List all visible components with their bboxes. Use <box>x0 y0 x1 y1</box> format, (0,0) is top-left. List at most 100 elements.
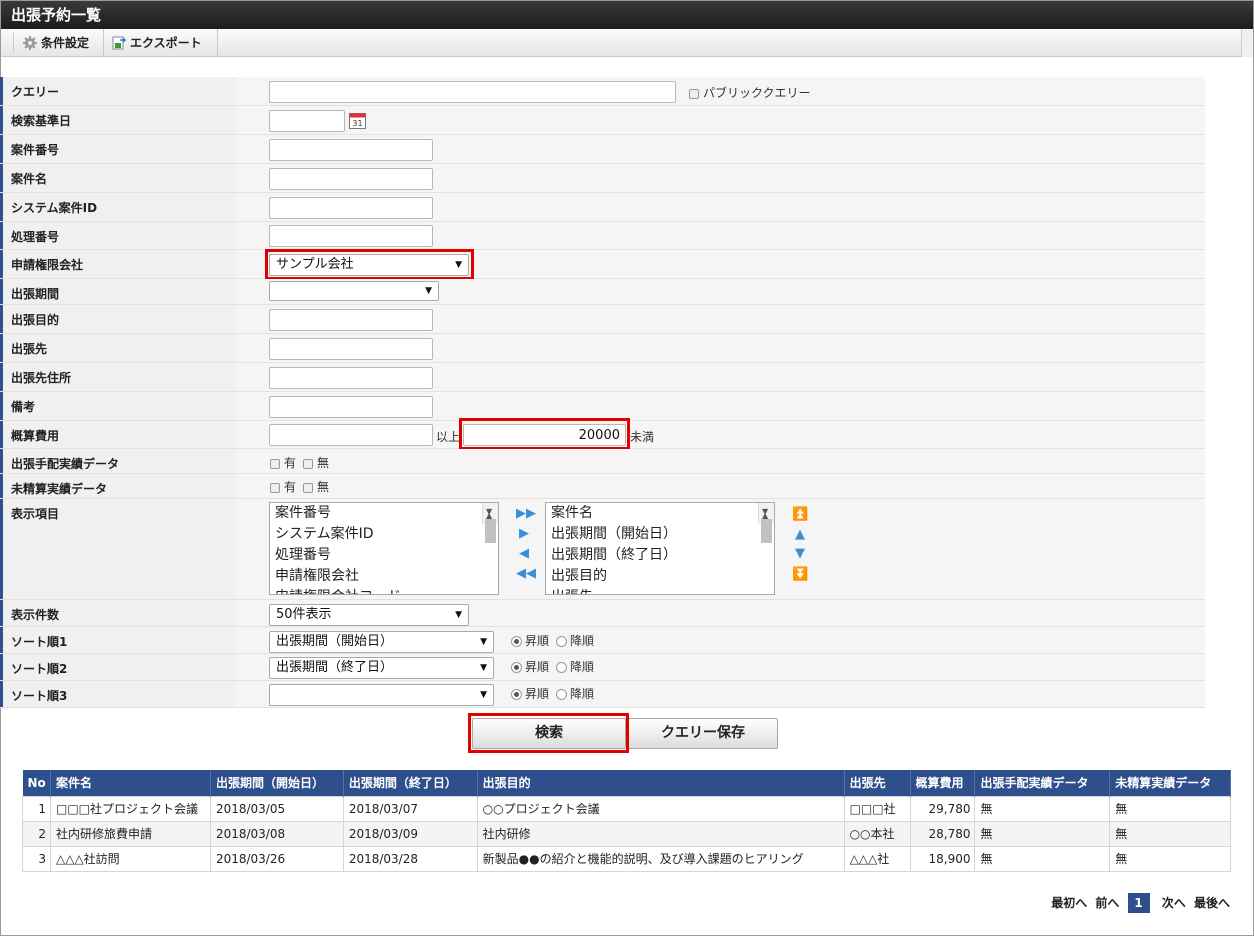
selected-list-scrollbar[interactable]: ▲ ▼ <box>758 503 774 543</box>
list-item[interactable]: 出張期間（終了日） <box>546 545 774 566</box>
sort3-desc-label: 降順 <box>570 687 595 701</box>
cell-end: 2018/03/07 <box>342 795 478 822</box>
move-up-icon[interactable]: ▲ <box>792 527 808 542</box>
col-header-end[interactable]: 出張期間（終了日） <box>343 770 478 796</box>
selected-items-list[interactable]: 案件名 出張期間（開始日） 出張期間（終了日） 出張目的 出張先 ▲▼ <box>545 502 775 595</box>
table-row[interactable]: 3 △△△社訪問 2018/03/26 2018/03/28 新製品●●の紹介と… <box>22 845 1231 872</box>
list-item[interactable]: 出張目的 <box>546 566 774 587</box>
sort1-select[interactable]: 出張期間（開始日） ▼ <box>269 631 494 653</box>
col-header-unsettled[interactable]: 未精算実績データ <box>1109 770 1231 796</box>
cell-unsettled: 無 <box>1109 820 1231 847</box>
unsettled-yes-checkbox[interactable]: 有 <box>270 478 296 495</box>
cell-arrangement: 無 <box>974 820 1111 847</box>
move-down-icon[interactable]: ▼ <box>792 546 808 561</box>
arrangement-no-checkbox[interactable]: 無 <box>303 454 329 471</box>
table-row[interactable]: 2 社内研修旅費申請 2018/03/08 2018/03/09 社内研修 ○○… <box>22 820 1231 847</box>
col-header-arrangement[interactable]: 出張手配実績データ <box>974 770 1111 796</box>
sort3-asc-radio[interactable]: 昇順 <box>511 685 549 702</box>
col-header-no[interactable]: No <box>22 770 51 796</box>
row-destination: 出張先 <box>0 334 1205 363</box>
row-company: 申請権限会社 <box>0 250 1205 279</box>
public-query-checkbox[interactable]: パブリッククエリー <box>689 84 811 101</box>
matter-no-input[interactable] <box>269 139 433 161</box>
move-all-left-icon[interactable]: ◀◀ <box>516 566 536 581</box>
cell-arrangement: 無 <box>974 795 1111 822</box>
sort2-value: 出張期間（終了日） <box>276 660 394 675</box>
sort3-select[interactable]: ▼ <box>269 684 494 706</box>
list-item[interactable]: システム案件ID <box>270 524 498 545</box>
pager-prev[interactable]: 前へ <box>1095 896 1119 910</box>
col-header-purpose[interactable]: 出張目的 <box>477 770 845 796</box>
condition-settings-button[interactable]: 条件設定 <box>15 29 104 57</box>
label-destination: 出張先 <box>0 334 236 362</box>
pager-first[interactable]: 最初へ <box>1051 896 1087 910</box>
col-header-cost[interactable]: 概算費用 <box>910 770 976 796</box>
base-date-input[interactable] <box>269 110 345 132</box>
col-header-destination[interactable]: 出張先 <box>844 770 911 796</box>
period-select[interactable]: ▼ <box>269 281 439 301</box>
sort1-asc-radio[interactable]: 昇順 <box>511 632 549 649</box>
list-item[interactable]: 申請権限会社コード <box>270 587 498 594</box>
condition-settings-label: 条件設定 <box>41 36 90 50</box>
unsettled-no-checkbox[interactable]: 無 <box>303 478 329 495</box>
export-button[interactable]: エクスポート <box>104 29 218 57</box>
move-left-icon[interactable]: ◀ <box>516 546 532 561</box>
sort1-desc-radio[interactable]: 降順 <box>556 632 594 649</box>
row-sort2: ソート順2 <box>0 654 1205 681</box>
list-item[interactable]: 申請権限会社 <box>270 566 498 587</box>
pager-last[interactable]: 最後へ <box>1194 896 1230 910</box>
pager-current[interactable]: 1 <box>1127 893 1150 913</box>
table-header-row: No 案件名 出張期間（開始日） 出張期間（終了日） 出張目的 出張先 概算費用… <box>22 770 1231 796</box>
cell-matter-name[interactable]: 社内研修旅費申請 <box>49 820 211 847</box>
cell-arrangement: 無 <box>974 845 1111 872</box>
cell-matter-name[interactable]: □□□社プロジェクト会議 <box>49 795 211 822</box>
move-top-icon[interactable]: ⏫ <box>792 507 808 522</box>
matter-name-input[interactable] <box>269 168 433 190</box>
cost-from-input[interactable] <box>269 424 433 446</box>
system-id-input[interactable] <box>269 197 433 219</box>
chevron-down-icon: ▼ <box>480 663 487 673</box>
col-header-matter-name[interactable]: 案件名 <box>50 770 211 796</box>
display-count-select[interactable]: 50件表示 ▼ <box>269 604 469 626</box>
list-item[interactable]: 案件番号 <box>270 503 498 524</box>
query-input[interactable] <box>269 81 676 103</box>
cell-end: 2018/03/09 <box>342 820 478 847</box>
page-title: 出張予約一覧 <box>1 1 1253 29</box>
cell-matter-name[interactable]: △△△社訪問 <box>49 845 211 872</box>
sort2-desc-radio[interactable]: 降順 <box>556 658 594 675</box>
chevron-down-icon: ▼ <box>455 610 462 620</box>
pager-next[interactable]: 次へ <box>1162 896 1186 910</box>
destination-input[interactable] <box>269 338 433 360</box>
table-row[interactable]: 1 □□□社プロジェクト会議 2018/03/05 2018/03/07 ○○プ… <box>22 795 1231 822</box>
sort3-desc-radio[interactable]: 降順 <box>556 685 594 702</box>
label-display-count: 表示件数 <box>0 600 236 626</box>
list-item[interactable]: 出張先 <box>546 587 774 594</box>
sort2-select[interactable]: 出張期間（終了日） ▼ <box>269 657 494 679</box>
sort2-asc-radio[interactable]: 昇順 <box>511 658 549 675</box>
arrangement-yes-checkbox[interactable]: 有 <box>270 454 296 471</box>
label-note: 備考 <box>0 392 236 420</box>
highlight-company <box>265 249 474 280</box>
available-list-scrollbar[interactable]: ▲ ▼ <box>482 503 498 543</box>
sort3-asc-label: 昇順 <box>525 687 550 701</box>
process-no-input[interactable] <box>269 225 433 247</box>
dest-address-input[interactable] <box>269 367 433 389</box>
cell-start: 2018/03/26 <box>209 845 344 872</box>
list-item[interactable]: 出張期間（開始日） <box>546 524 774 545</box>
move-right-icon[interactable]: ▶ <box>516 526 532 541</box>
cell-unsettled: 無 <box>1109 795 1231 822</box>
col-header-start[interactable]: 出張期間（開始日） <box>210 770 344 796</box>
cell-start: 2018/03/08 <box>209 820 344 847</box>
list-item[interactable]: 案件名 <box>546 503 774 524</box>
move-bottom-icon[interactable]: ⏬ <box>792 567 808 582</box>
move-all-right-icon[interactable]: ▶▶ <box>516 506 536 521</box>
label-matter-name: 案件名 <box>0 164 236 192</box>
purpose-input[interactable] <box>269 309 433 331</box>
calendar-icon[interactable]: 31 <box>349 111 366 129</box>
save-query-button[interactable]: クエリー保存 <box>628 718 778 749</box>
row-sort1: ソート順1 <box>0 627 1205 654</box>
list-item[interactable]: 処理番号 <box>270 545 498 566</box>
note-input[interactable] <box>269 396 433 418</box>
available-items-list[interactable]: 案件番号 システム案件ID 処理番号 申請権限会社 申請権限会社コード ▲▼ <box>269 502 499 595</box>
label-sort2: ソート順2 <box>0 654 236 680</box>
